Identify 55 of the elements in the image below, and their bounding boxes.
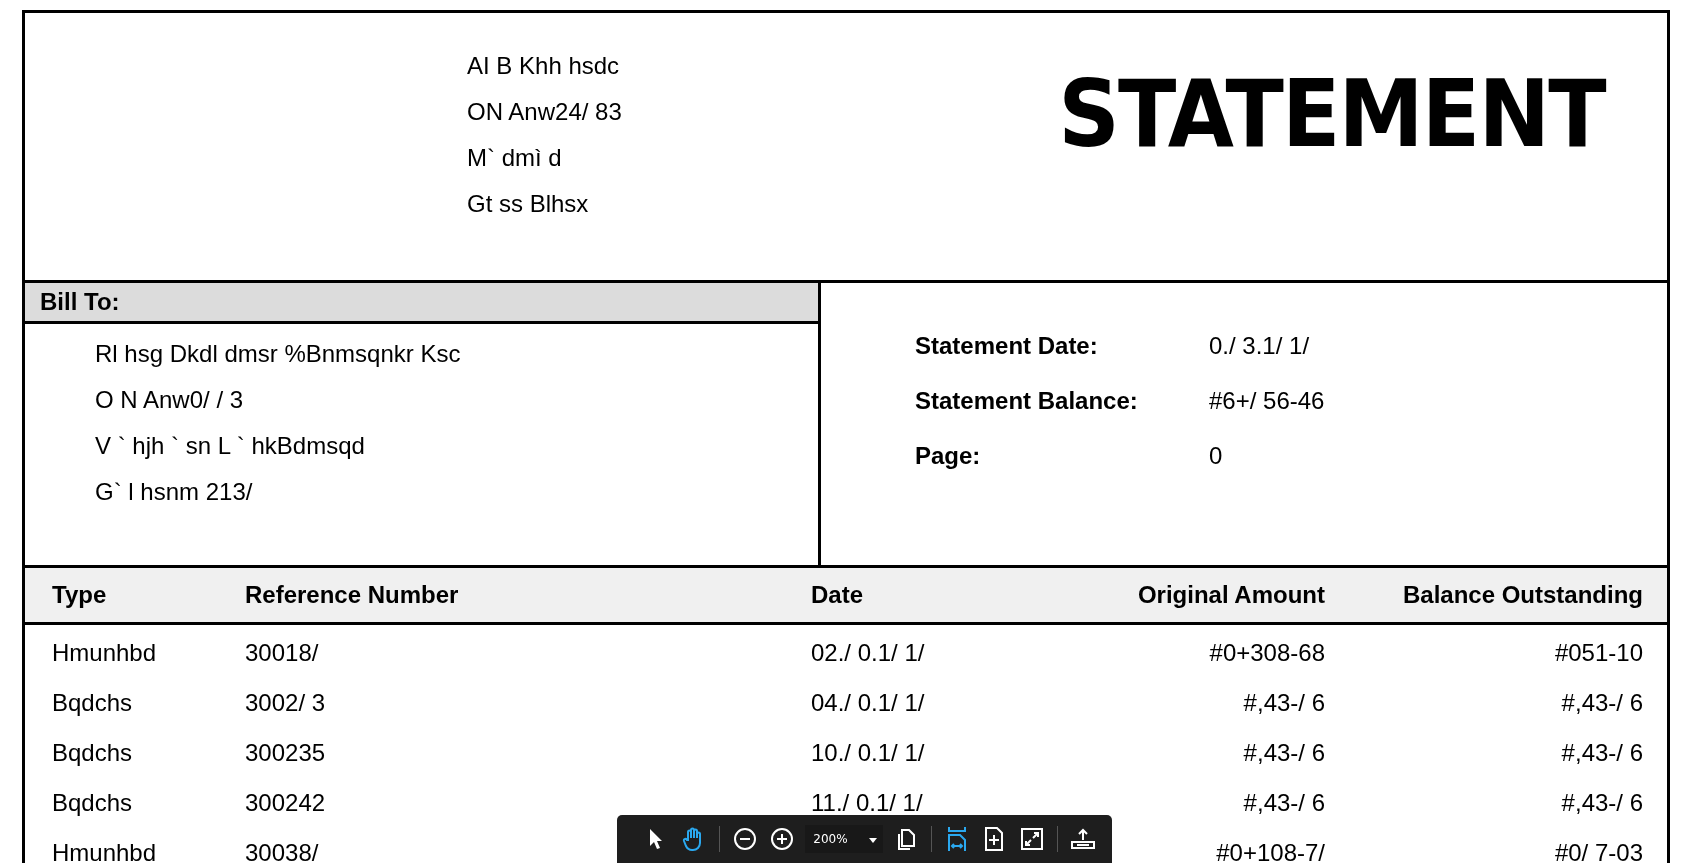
table-cell: Hmunhbd (52, 639, 157, 667)
fullscreen-icon (1021, 828, 1044, 850)
table-cell: #0+108-7/ (1216, 839, 1325, 863)
table-cell: 300242 (245, 789, 326, 817)
zoom-dropdown[interactable]: 200% (805, 825, 883, 853)
column-header: Type (52, 581, 108, 609)
table-cell: 300235 (245, 739, 326, 767)
bill-to-line: O N Anw0/ / 3 (95, 387, 245, 413)
table-cell: #,43-/ 6 (1243, 789, 1325, 817)
table-cell: Bqdchs (52, 689, 133, 717)
address-line: M` dmì d (467, 145, 563, 171)
pages-icon (895, 827, 916, 851)
column-header: Balance Outstanding (1401, 581, 1643, 609)
info-label: Page: (915, 442, 982, 469)
column-header: Reference Number (245, 581, 460, 609)
document-title: STATEMENT (1058, 69, 1605, 170)
info-label: Statement Balance: (915, 387, 1139, 414)
table-cell: 3002/ 3 (245, 689, 326, 717)
table-cell: 10./ 0.1/ 1/ (811, 739, 925, 767)
table-cell: Bqdchs (52, 739, 133, 767)
bill-to-heading: Bill To: (25, 283, 818, 324)
column-header: Date (811, 581, 865, 609)
table-cell: 04./ 0.1/ 1/ (811, 689, 925, 717)
table-cell: #,43-/ 6 (1561, 689, 1643, 717)
bill-to-line: G` l hsnm 213/ (95, 479, 254, 505)
table-cell: 30018/ (245, 639, 319, 667)
table-cell: #0/ 7-03 (1554, 839, 1643, 863)
table-cell: #,43-/ 6 (1243, 689, 1325, 717)
zoom-out-icon (732, 827, 757, 851)
address-line: ON Anw24/ 83 (467, 99, 623, 125)
column-header: Original Amount (1136, 581, 1325, 609)
upload-icon (1070, 828, 1097, 850)
fit-width-icon (946, 826, 967, 852)
info-label: Statement Date: (915, 332, 1099, 359)
table-cell: 11./ 0.1/ 1/ (811, 789, 923, 817)
info-value: 0./ 3.1/ 1/ (1209, 332, 1311, 359)
table-cell: #,43-/ 6 (1561, 739, 1643, 767)
fit-page-icon (984, 827, 1005, 851)
table-cell: #,43-/ 6 (1243, 739, 1325, 767)
table-cell: #051-10 (1554, 639, 1643, 667)
table-cell: #,43-/ 6 (1561, 789, 1643, 817)
info-value: 0 (1209, 442, 1224, 469)
bill-to-line: Rl hsg Dkdl dmsr %Bnmsqnkr Ksc (95, 341, 462, 367)
address-line: Gt ss Blhsx (467, 191, 590, 217)
caret-icon (868, 838, 877, 843)
info-value: #6+/ 56-46 (1209, 387, 1325, 414)
table-cell: 30038/ (245, 839, 319, 863)
bill-to-line: V ` hjh ` sn L ` hkBdmsqd (95, 433, 366, 459)
zoom-in-icon (770, 827, 795, 851)
table-cell: Hmunhbd (52, 839, 157, 863)
table-cell: Bqdchs (52, 789, 133, 817)
address-line: AI B Khh hsdc (467, 53, 621, 79)
pointer-icon (647, 828, 664, 850)
table-cell: #0+308-68 (1209, 639, 1325, 667)
table-cell: 02./ 0.1/ 1/ (811, 639, 925, 667)
